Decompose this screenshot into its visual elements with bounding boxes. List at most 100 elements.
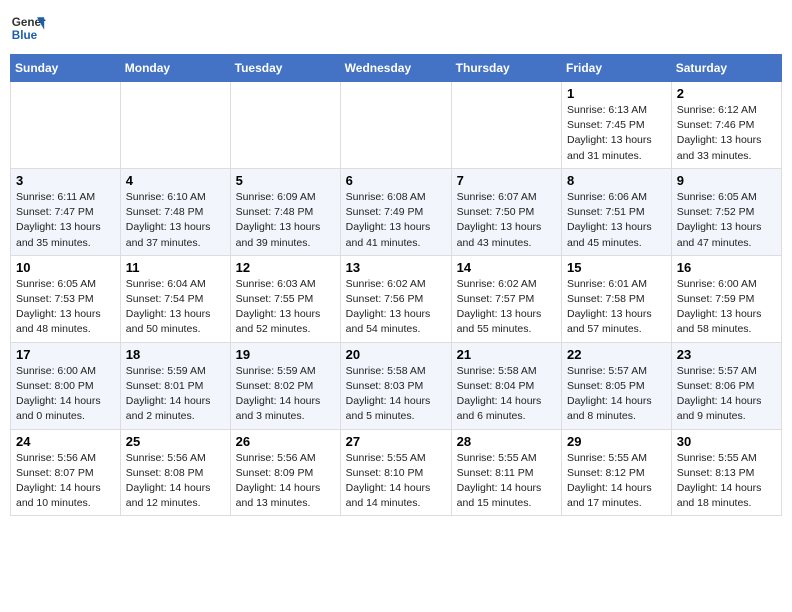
day-info: Sunrise: 6:09 AM Sunset: 7:48 PM Dayligh… bbox=[236, 190, 335, 251]
week-row-4: 17 Sunrise: 6:00 AM Sunset: 8:00 PM Dayli… bbox=[11, 342, 782, 429]
day-cell bbox=[11, 82, 121, 169]
day-number: 16 bbox=[677, 260, 776, 275]
day-number: 29 bbox=[567, 434, 666, 449]
day-number: 8 bbox=[567, 173, 666, 188]
day-info: Sunrise: 5:56 AM Sunset: 8:08 PM Dayligh… bbox=[126, 451, 225, 512]
day-info: Sunrise: 6:11 AM Sunset: 7:47 PM Dayligh… bbox=[16, 190, 115, 251]
day-number: 11 bbox=[126, 260, 225, 275]
day-number: 3 bbox=[16, 173, 115, 188]
day-cell: 8 Sunrise: 6:06 AM Sunset: 7:51 PM Daylig… bbox=[562, 168, 672, 255]
logo: General Blue bbox=[10, 10, 46, 46]
day-info: Sunrise: 6:12 AM Sunset: 7:46 PM Dayligh… bbox=[677, 103, 776, 164]
day-number: 22 bbox=[567, 347, 666, 362]
day-number: 19 bbox=[236, 347, 335, 362]
day-cell: 12Sunrise: 6:03 AM Sunset: 7:55 PM Dayli… bbox=[230, 255, 340, 342]
svg-text:Blue: Blue bbox=[12, 29, 38, 42]
day-cell: 7 Sunrise: 6:07 AM Sunset: 7:50 PM Daylig… bbox=[451, 168, 561, 255]
day-cell: 23 Sunrise: 5:57 AM Sunset: 8:06 PM Dayli… bbox=[671, 342, 781, 429]
day-cell: 1Sunrise: 6:13 AM Sunset: 7:45 PM Daylig… bbox=[562, 82, 672, 169]
col-header-saturday: Saturday bbox=[671, 55, 781, 82]
day-info: Sunrise: 5:55 AM Sunset: 8:13 PM Dayligh… bbox=[677, 451, 776, 512]
day-cell: 2 Sunrise: 6:12 AM Sunset: 7:46 PM Daylig… bbox=[671, 82, 781, 169]
day-info: Sunrise: 6:07 AM Sunset: 7:50 PM Dayligh… bbox=[457, 190, 556, 251]
day-number: 9 bbox=[677, 173, 776, 188]
day-number: 7 bbox=[457, 173, 556, 188]
col-header-wednesday: Wednesday bbox=[340, 55, 451, 82]
day-number: 15 bbox=[567, 260, 666, 275]
day-cell: 29 Sunrise: 5:55 AM Sunset: 8:12 PM Dayli… bbox=[562, 429, 672, 516]
header-row: SundayMondayTuesdayWednesdayThursdayFrid… bbox=[11, 55, 782, 82]
day-cell: 15 Sunrise: 6:01 AM Sunset: 7:58 PM Dayli… bbox=[562, 255, 672, 342]
day-number: 27 bbox=[346, 434, 446, 449]
day-cell: 13 Sunrise: 6:02 AM Sunset: 7:56 PM Dayli… bbox=[340, 255, 451, 342]
day-info: Sunrise: 5:58 AM Sunset: 8:04 PM Dayligh… bbox=[457, 364, 556, 425]
day-number: 5 bbox=[236, 173, 335, 188]
day-info: Sunrise: 5:55 AM Sunset: 8:12 PM Dayligh… bbox=[567, 451, 666, 512]
day-number: 2 bbox=[677, 86, 776, 101]
day-cell: 14 Sunrise: 6:02 AM Sunset: 7:57 PM Dayli… bbox=[451, 255, 561, 342]
day-info: Sunrise: 5:58 AM Sunset: 8:03 PM Dayligh… bbox=[346, 364, 446, 425]
col-header-sunday: Sunday bbox=[11, 55, 121, 82]
day-cell: 9 Sunrise: 6:05 AM Sunset: 7:52 PM Daylig… bbox=[671, 168, 781, 255]
day-number: 4 bbox=[126, 173, 225, 188]
day-info: Sunrise: 6:08 AM Sunset: 7:49 PM Dayligh… bbox=[346, 190, 446, 251]
col-header-monday: Monday bbox=[120, 55, 230, 82]
day-info: Sunrise: 6:02 AM Sunset: 7:56 PM Dayligh… bbox=[346, 277, 446, 338]
day-cell: 10Sunrise: 6:05 AM Sunset: 7:53 PM Dayli… bbox=[11, 255, 121, 342]
day-info: Sunrise: 6:06 AM Sunset: 7:51 PM Dayligh… bbox=[567, 190, 666, 251]
day-info: Sunrise: 5:56 AM Sunset: 8:09 PM Dayligh… bbox=[236, 451, 335, 512]
day-info: Sunrise: 6:01 AM Sunset: 7:58 PM Dayligh… bbox=[567, 277, 666, 338]
day-info: Sunrise: 5:57 AM Sunset: 8:06 PM Dayligh… bbox=[677, 364, 776, 425]
day-number: 30 bbox=[677, 434, 776, 449]
col-header-friday: Friday bbox=[562, 55, 672, 82]
day-info: Sunrise: 6:00 AM Sunset: 8:00 PM Dayligh… bbox=[16, 364, 115, 425]
day-info: Sunrise: 5:55 AM Sunset: 8:10 PM Dayligh… bbox=[346, 451, 446, 512]
day-cell bbox=[120, 82, 230, 169]
day-number: 28 bbox=[457, 434, 556, 449]
day-number: 10 bbox=[16, 260, 115, 275]
day-info: Sunrise: 5:57 AM Sunset: 8:05 PM Dayligh… bbox=[567, 364, 666, 425]
day-cell: 6Sunrise: 6:08 AM Sunset: 7:49 PM Daylig… bbox=[340, 168, 451, 255]
day-cell: 24 Sunrise: 5:56 AM Sunset: 8:07 PM Dayli… bbox=[11, 429, 121, 516]
day-number: 26 bbox=[236, 434, 335, 449]
day-info: Sunrise: 5:59 AM Sunset: 8:01 PM Dayligh… bbox=[126, 364, 225, 425]
day-cell: 21Sunrise: 5:58 AM Sunset: 8:04 PM Dayli… bbox=[451, 342, 561, 429]
day-number: 17 bbox=[16, 347, 115, 362]
col-header-tuesday: Tuesday bbox=[230, 55, 340, 82]
day-number: 25 bbox=[126, 434, 225, 449]
day-number: 24 bbox=[16, 434, 115, 449]
day-cell: 28 Sunrise: 5:55 AM Sunset: 8:11 PM Dayli… bbox=[451, 429, 561, 516]
week-row-1: 1Sunrise: 6:13 AM Sunset: 7:45 PM Daylig… bbox=[11, 82, 782, 169]
day-cell: 19 Sunrise: 5:59 AM Sunset: 8:02 PM Dayli… bbox=[230, 342, 340, 429]
day-info: Sunrise: 5:59 AM Sunset: 8:02 PM Dayligh… bbox=[236, 364, 335, 425]
col-header-thursday: Thursday bbox=[451, 55, 561, 82]
week-row-3: 10Sunrise: 6:05 AM Sunset: 7:53 PM Dayli… bbox=[11, 255, 782, 342]
day-cell: 22 Sunrise: 5:57 AM Sunset: 8:05 PM Dayli… bbox=[562, 342, 672, 429]
day-cell bbox=[451, 82, 561, 169]
day-number: 20 bbox=[346, 347, 446, 362]
day-info: Sunrise: 6:02 AM Sunset: 7:57 PM Dayligh… bbox=[457, 277, 556, 338]
day-cell: 17 Sunrise: 6:00 AM Sunset: 8:00 PM Dayli… bbox=[11, 342, 121, 429]
day-number: 12 bbox=[236, 260, 335, 275]
day-info: Sunrise: 6:13 AM Sunset: 7:45 PM Dayligh… bbox=[567, 103, 666, 164]
day-cell: 26 Sunrise: 5:56 AM Sunset: 8:09 PM Dayli… bbox=[230, 429, 340, 516]
logo-icon: General Blue bbox=[10, 10, 46, 46]
day-info: Sunrise: 5:56 AM Sunset: 8:07 PM Dayligh… bbox=[16, 451, 115, 512]
day-cell bbox=[230, 82, 340, 169]
day-cell: 18 Sunrise: 5:59 AM Sunset: 8:01 PM Dayli… bbox=[120, 342, 230, 429]
day-info: Sunrise: 6:05 AM Sunset: 7:52 PM Dayligh… bbox=[677, 190, 776, 251]
day-info: Sunrise: 5:55 AM Sunset: 8:11 PM Dayligh… bbox=[457, 451, 556, 512]
day-number: 23 bbox=[677, 347, 776, 362]
page-header: General Blue bbox=[10, 10, 782, 46]
day-cell: 20 Sunrise: 5:58 AM Sunset: 8:03 PM Dayli… bbox=[340, 342, 451, 429]
day-info: Sunrise: 6:04 AM Sunset: 7:54 PM Dayligh… bbox=[126, 277, 225, 338]
day-info: Sunrise: 6:00 AM Sunset: 7:59 PM Dayligh… bbox=[677, 277, 776, 338]
week-row-2: 3 Sunrise: 6:11 AM Sunset: 7:47 PM Daylig… bbox=[11, 168, 782, 255]
day-number: 13 bbox=[346, 260, 446, 275]
day-cell: 3 Sunrise: 6:11 AM Sunset: 7:47 PM Daylig… bbox=[11, 168, 121, 255]
day-cell: 11 Sunrise: 6:04 AM Sunset: 7:54 PM Dayli… bbox=[120, 255, 230, 342]
calendar-table: SundayMondayTuesdayWednesdayThursdayFrid… bbox=[10, 54, 782, 516]
day-number: 14 bbox=[457, 260, 556, 275]
day-info: Sunrise: 6:10 AM Sunset: 7:48 PM Dayligh… bbox=[126, 190, 225, 251]
day-number: 18 bbox=[126, 347, 225, 362]
